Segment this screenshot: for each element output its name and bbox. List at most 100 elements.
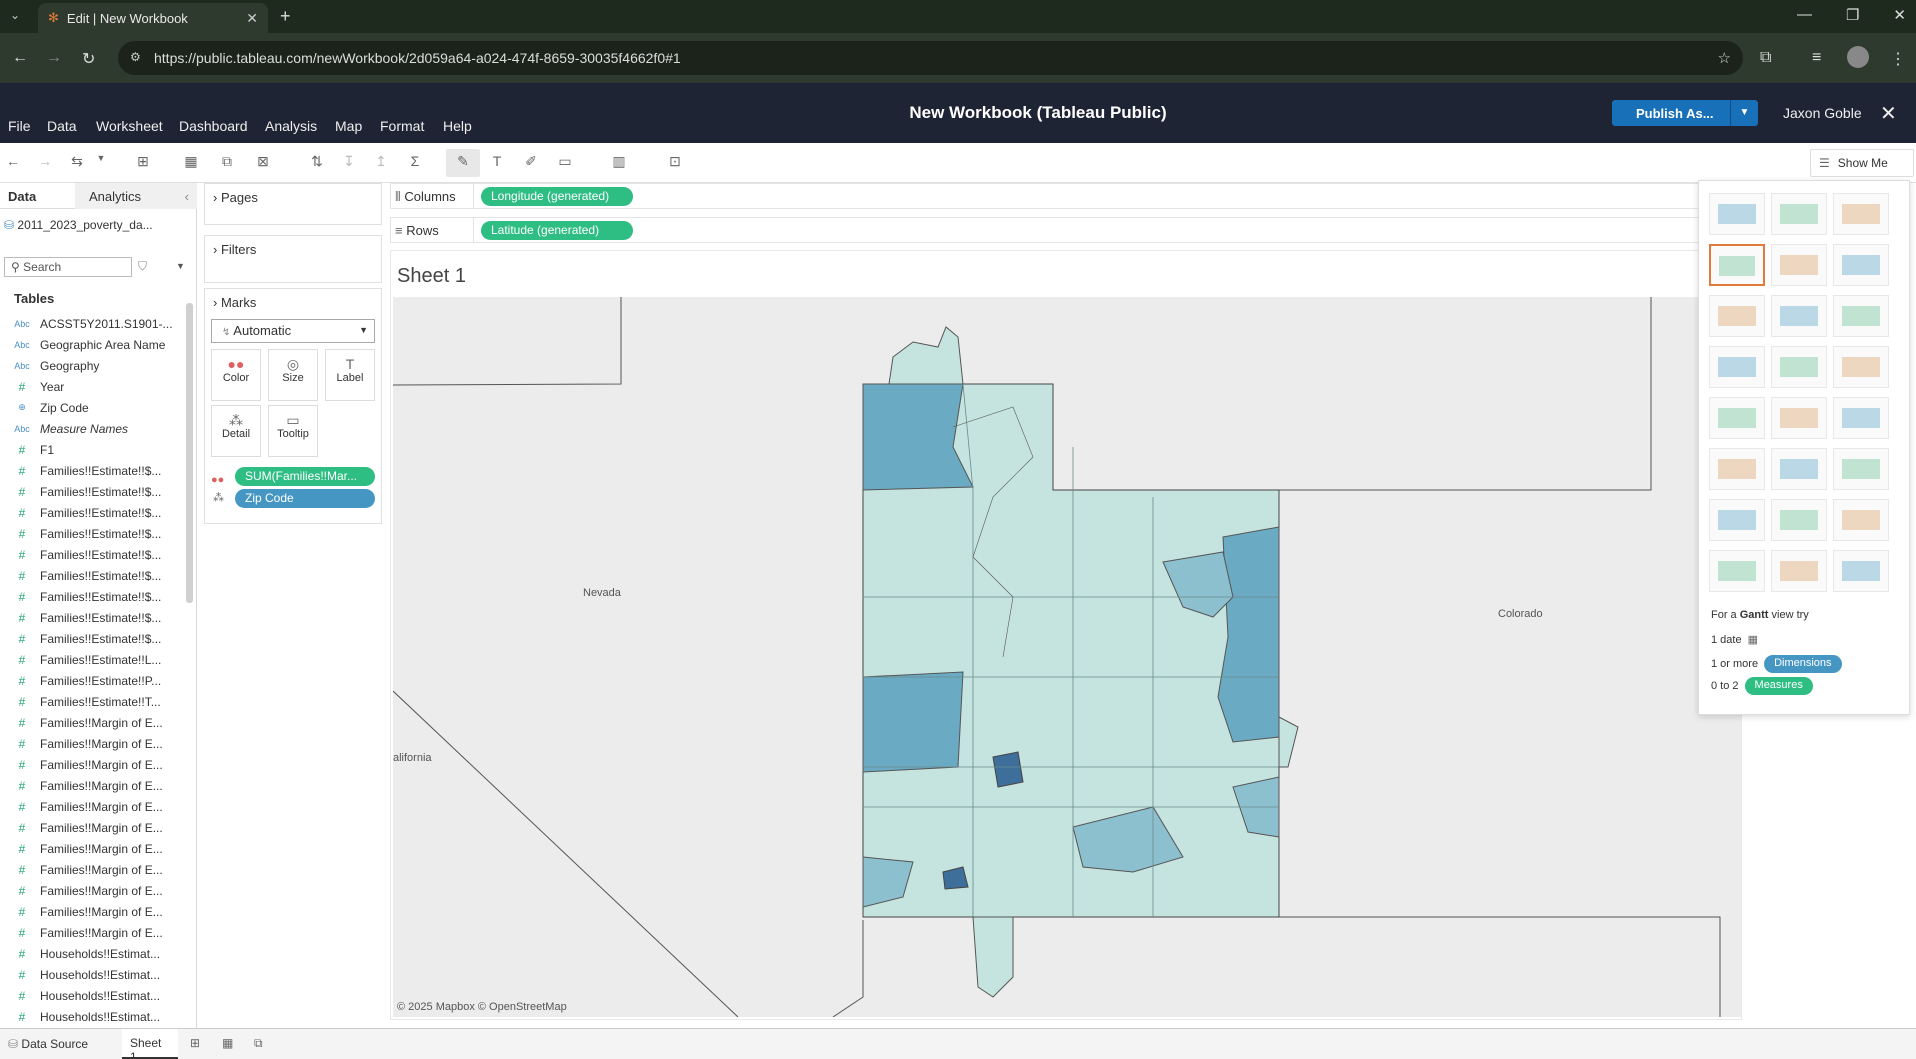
format-workbook-icon[interactable]: ✐	[520, 153, 542, 171]
chart-type-thumbnail[interactable]	[1709, 346, 1765, 388]
restore-icon[interactable]: ❐	[1846, 6, 1859, 24]
tab-search-chevron-icon[interactable]: ⌄	[10, 8, 20, 22]
field-item[interactable]: # Families!!Estimate!!$...	[14, 628, 184, 649]
map-attribution[interactable]: © 2025 Mapbox © OpenStreetMap	[397, 1001, 567, 1013]
collapse-icon[interactable]: ›	[213, 190, 217, 205]
replay-icon[interactable]: ⇆	[66, 153, 88, 171]
field-item[interactable]: # Families!!Margin of E...	[14, 901, 184, 922]
chart-type-thumbnail[interactable]	[1771, 448, 1827, 490]
field-item[interactable]: # F1	[14, 439, 184, 460]
new-tab-icon[interactable]: +	[280, 6, 291, 27]
window-close-icon[interactable]: ✕	[1893, 6, 1906, 24]
label-button[interactable]: T Label	[325, 349, 375, 401]
url-field[interactable]: ⚙ https://public.tableau.com/newWorkbook…	[118, 41, 1743, 75]
search-input[interactable]: ⚲ Search	[4, 257, 132, 277]
pages-card[interactable]: › Pages	[204, 183, 382, 225]
media-control-icon[interactable]: ≡	[1812, 49, 1821, 67]
field-item[interactable]: # Households!!Estimat...	[14, 1006, 184, 1027]
undo-icon[interactable]: ←	[2, 153, 24, 171]
collapse-icon[interactable]: ›	[213, 242, 217, 257]
south-zip-extension[interactable]	[972, 916, 1014, 998]
sheet-title[interactable]: Sheet 1	[397, 265, 466, 288]
mark-type-select[interactable]: ↯ Automatic ▼	[211, 319, 375, 343]
forward-icon[interactable]: →	[46, 49, 62, 67]
bookmark-star-icon[interactable]: ☆	[1718, 49, 1731, 67]
fit-view-icon[interactable]: ▭	[554, 153, 576, 171]
filter-fields-icon[interactable]: ⛉	[138, 259, 147, 274]
chart-type-thumbnail[interactable]	[1709, 193, 1765, 235]
collapse-pane-icon[interactable]: ‹	[185, 189, 189, 204]
reload-icon[interactable]: ↻	[82, 49, 95, 69]
field-item[interactable]: # Families!!Estimate!!$...	[14, 481, 184, 502]
chart-type-thumbnail[interactable]	[1771, 193, 1827, 235]
field-item[interactable]: # Families!!Estimate!!$...	[14, 544, 184, 565]
field-item[interactable]: ⊕ Zip Code	[14, 397, 184, 418]
field-item[interactable]: # Families!!Estimate!!$...	[14, 460, 184, 481]
datasource-name[interactable]: ⛁ 2011_2023_poverty_da...	[4, 218, 153, 232]
tab-data[interactable]: Data	[8, 189, 36, 204]
new-dashboard-tab-icon[interactable]: ▦	[222, 1036, 233, 1050]
clear-sheet-icon[interactable]: ⊠	[252, 153, 274, 171]
chart-type-thumbnail[interactable]	[1833, 244, 1889, 286]
rows-shelf[interactable]: ≡ Rows Latitude (generated)	[390, 217, 1790, 243]
redo-icon[interactable]: →	[34, 153, 56, 171]
back-icon[interactable]: ←	[12, 49, 28, 67]
north-zip-region[interactable]	[888, 326, 964, 385]
detail-button[interactable]: ⁂ Detail	[211, 405, 261, 457]
tooltip-button[interactable]: ▭ Tooltip	[268, 405, 318, 457]
color-button[interactable]: ●● Color	[211, 349, 261, 401]
field-item[interactable]: # Families!!Margin of E...	[14, 922, 184, 943]
field-item[interactable]: # Families!!Estimate!!$...	[14, 523, 184, 544]
publish-dropdown-icon[interactable]: ▼	[1730, 100, 1758, 126]
field-item[interactable]: # Families!!Estimate!!$...	[14, 586, 184, 607]
east-zip-extension[interactable]	[1278, 716, 1299, 768]
show-labels-icon[interactable]: T	[486, 153, 508, 171]
chart-type-thumbnail[interactable]	[1833, 346, 1889, 388]
browser-tab[interactable]: ✻ Edit | New Workbook ✕	[38, 3, 268, 33]
user-name[interactable]: Jaxon Goble	[1783, 105, 1862, 121]
zip-region-west[interactable]	[862, 671, 964, 773]
chart-type-thumbnail[interactable]	[1771, 397, 1827, 439]
chart-type-thumbnail[interactable]	[1833, 193, 1889, 235]
chart-type-thumbnail[interactable]	[1709, 397, 1765, 439]
browser-menu-icon[interactable]: ⋮	[1890, 49, 1906, 69]
chart-type-thumbnail[interactable]	[1771, 244, 1827, 286]
field-item[interactable]: # Year	[14, 376, 184, 397]
detail-pill[interactable]: Zip Code	[235, 489, 375, 508]
choropleth-map[interactable]: Nevada Colorado alifornia © 2025 Mapbox …	[393, 297, 1741, 1017]
sort-ascending-icon[interactable]: ↧	[338, 153, 360, 171]
filters-card[interactable]: › Filters	[204, 235, 382, 283]
field-item[interactable]: # Families!!Margin of E...	[14, 838, 184, 859]
field-item[interactable]: # Families!!Margin of E...	[14, 796, 184, 817]
swap-rows-columns-icon[interactable]: ⇅	[306, 153, 328, 171]
sheet-tab[interactable]: Sheet 1	[122, 1029, 178, 1059]
chart-type-thumbnail[interactable]	[1833, 550, 1889, 592]
totals-icon[interactable]: Σ	[404, 153, 426, 171]
longitude-pill[interactable]: Longitude (generated)	[481, 187, 633, 206]
color-pill[interactable]: SUM(Families!!Mar...	[235, 467, 375, 486]
chart-type-thumbnail[interactable]	[1771, 295, 1827, 337]
close-tab-icon[interactable]: ✕	[246, 10, 258, 27]
chart-type-thumbnail[interactable]	[1771, 346, 1827, 388]
field-item[interactable]: # Families!!Estimate!!$...	[14, 565, 184, 586]
field-item[interactable]: # Families!!Estimate!!$...	[14, 502, 184, 523]
highlight-icon[interactable]: ✎	[452, 153, 474, 171]
close-workbook-icon[interactable]: ✕	[1880, 101, 1897, 126]
chart-type-thumbnail[interactable]	[1709, 295, 1765, 337]
size-button[interactable]: ◎ Size	[268, 349, 318, 401]
data-pane-menu-icon[interactable]: ▼	[176, 261, 185, 271]
data-source-tab[interactable]: ⛁ Data Source	[8, 1037, 88, 1051]
field-item[interactable]: # Families!!Margin of E...	[14, 754, 184, 775]
latitude-pill[interactable]: Latitude (generated)	[481, 221, 633, 240]
chart-type-thumbnail[interactable]	[1709, 244, 1765, 286]
field-item[interactable]: # Families!!Estimate!!L...	[14, 649, 184, 670]
field-item[interactable]: # Families!!Estimate!!P...	[14, 670, 184, 691]
extensions-icon[interactable]: ⧉	[1760, 49, 1771, 67]
field-item[interactable]: # Families!!Margin of E...	[14, 712, 184, 733]
site-info-icon[interactable]: ⚙	[130, 50, 141, 64]
field-item[interactable]: # Families!!Margin of E...	[14, 817, 184, 838]
zip-region-dark-1[interactable]	[992, 751, 1024, 788]
field-item[interactable]: # Families!!Margin of E...	[14, 775, 184, 796]
new-datasource-icon[interactable]: ⊞	[132, 153, 154, 171]
chart-type-thumbnail[interactable]	[1709, 448, 1765, 490]
